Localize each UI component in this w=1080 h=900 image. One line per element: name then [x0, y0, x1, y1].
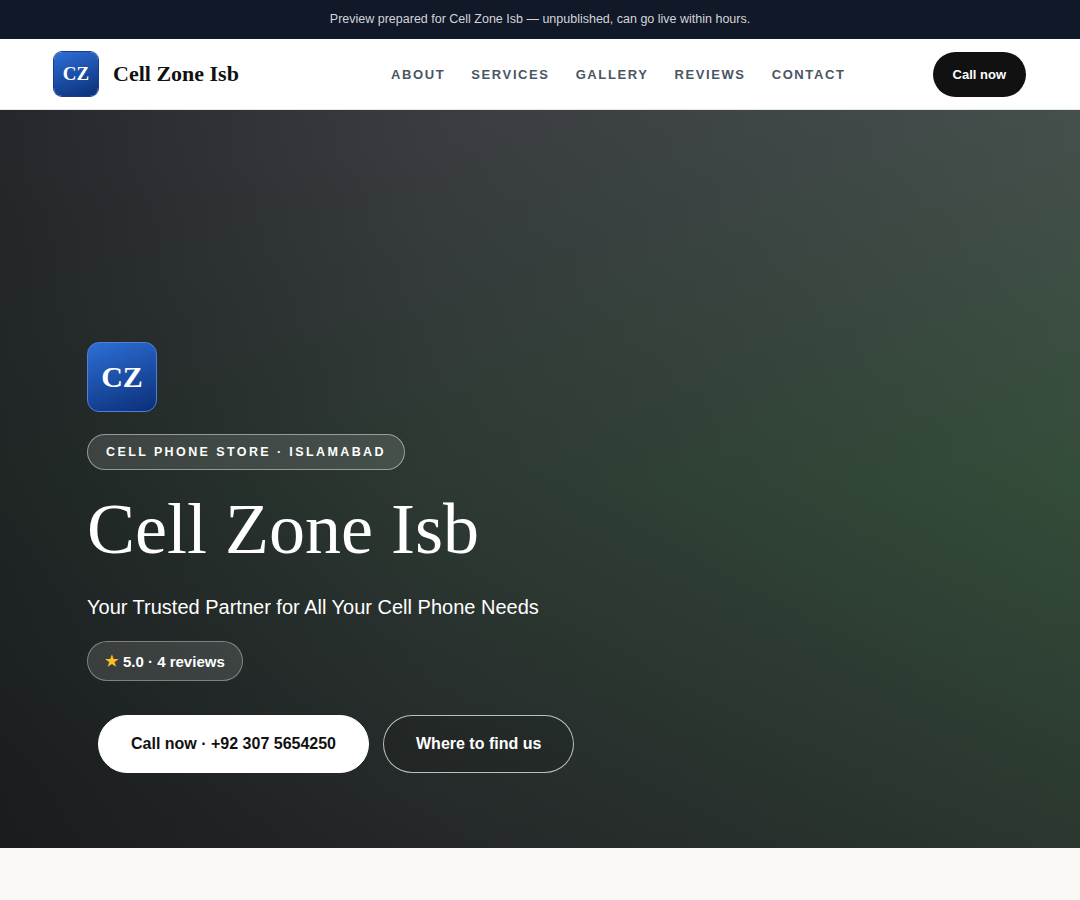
call-button[interactable]: Call now — [933, 52, 1026, 97]
next-section — [0, 848, 1080, 900]
hero-content: CZ CELL PHONE STORE · ISLAMABAD Cell Zone … — [0, 110, 1080, 848]
preview-banner: Preview prepared for Cell Zone Isb — unp… — [0, 0, 1080, 39]
nav-link[interactable]: REVIEWS — [674, 67, 745, 82]
site-header: CZ Cell Zone Isb ABOUT SERVICES GALLERY REVIE… — [0, 39, 1080, 110]
brand[interactable]: CZ Cell Zone Isb — [54, 52, 304, 96]
logo-icon: CZ — [54, 52, 98, 96]
page: Preview prepared for Cell Zone Isb — unp… — [0, 0, 1080, 900]
hero-title: Cell Zone Isb — [87, 492, 479, 568]
rating-pill: ★ 5.0 · 4 reviews — [87, 641, 243, 681]
brand-name: Cell Zone Isb — [113, 61, 239, 87]
hero: CZ CELL PHONE STORE · ISLAMABAD Cell Zone … — [0, 110, 1080, 848]
hero-button[interactable]: Where to find us — [383, 715, 574, 773]
nav: ABOUT SERVICES GALLERY REVIEWS CONTACT — [391, 67, 845, 82]
nav-link[interactable]: SERVICES — [471, 67, 549, 82]
category-badge: CELL PHONE STORE · ISLAMABAD — [87, 434, 405, 470]
hero-button[interactable]: Call now · +92 307 5654250 — [98, 715, 369, 773]
nav-link[interactable]: ABOUT — [391, 67, 445, 82]
hero-actions: Call now · +92 307 5654250Where to find … — [98, 715, 574, 773]
hero-logo-icon: CZ — [87, 342, 157, 412]
star-icon: ★ — [105, 652, 118, 670]
hero-tagline: Your Trusted Partner for All Your Cell P… — [87, 596, 539, 619]
nav-link[interactable]: CONTACT — [772, 67, 846, 82]
rating-text: 5.0 · 4 reviews — [123, 653, 225, 670]
nav-link[interactable]: GALLERY — [576, 67, 649, 82]
